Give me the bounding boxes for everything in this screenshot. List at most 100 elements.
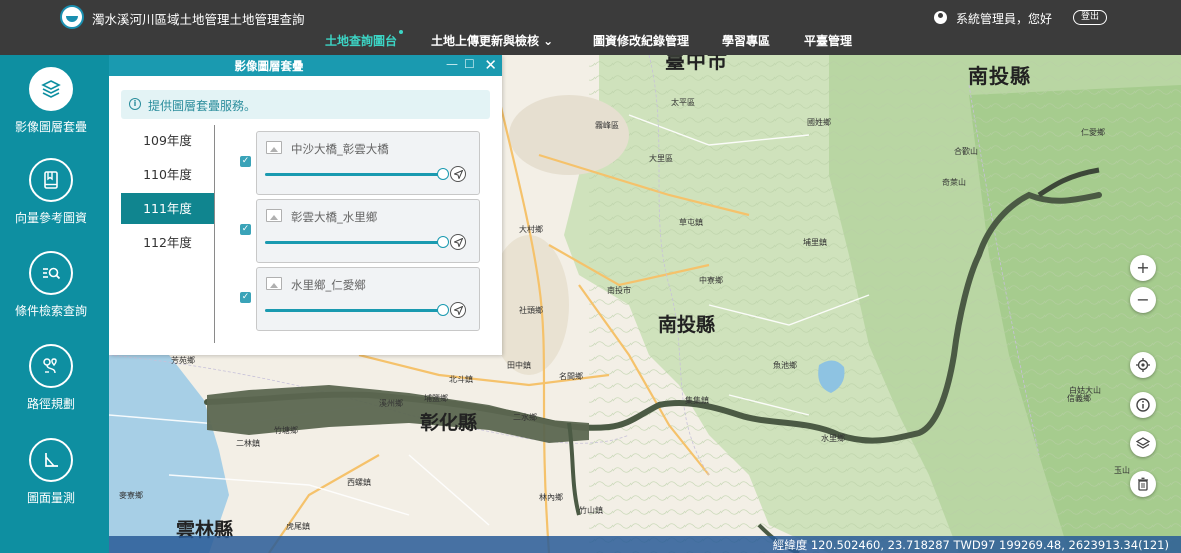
nav-land-upload[interactable]: 土地上傳更新與檢核 ⌄ <box>431 32 553 49</box>
map-label-town: 社頭鄉 <box>519 306 543 315</box>
slider-thumb[interactable] <box>437 304 449 316</box>
map-label-peak: 玉山 <box>1114 466 1130 475</box>
image-icon <box>266 277 282 290</box>
year-list: 109年度 110年度 111年度 112年度 <box>121 125 215 343</box>
map-label-town: 竹塘鄉 <box>274 426 298 435</box>
map-label-town: 太平區 <box>671 98 695 107</box>
map-label-town: 大里區 <box>649 154 673 163</box>
sidebar-item-label: 路徑規劃 <box>26 397 75 411</box>
slider-thumb[interactable] <box>437 236 449 248</box>
layer-card: 水里鄉_仁愛鄉 <box>256 267 480 331</box>
sidebar-item-condition-search[interactable]: 條件檢索查詢 <box>0 251 109 343</box>
year-item-111[interactable]: 111年度 <box>121 193 214 224</box>
side-circle <box>29 344 73 388</box>
layers-icon <box>41 80 61 98</box>
nav-learning[interactable]: 學習專區 <box>722 32 770 49</box>
slider-fill <box>265 309 443 312</box>
map-label-town: 埔鹽鄉 <box>424 394 448 403</box>
opacity-slider[interactable] <box>265 236 449 248</box>
map-label-town: 大村鄉 <box>519 225 543 234</box>
filter-search-icon <box>43 267 61 280</box>
user-greeting: 系統管理員，您好 <box>956 12 1053 26</box>
map-label-town: 名間鄉 <box>559 372 583 381</box>
navigation-arrow-icon <box>454 306 463 315</box>
slider-fill <box>265 241 443 244</box>
layer-checkbox[interactable]: ✓ <box>240 292 251 303</box>
map-label-town: 北斗鎮 <box>449 375 473 384</box>
map-label-town: 二水鄉 <box>513 413 537 422</box>
info-icon: i <box>129 98 141 110</box>
side-circle <box>29 67 73 111</box>
year-item-112[interactable]: 112年度 <box>121 227 214 258</box>
image-overlay-panel: 影像圖層套疊 — ☐ ✕ i 提供圖層套疊服務。 109年度 110年度 111… <box>109 55 502 355</box>
map-label-town: 林內鄉 <box>539 493 563 502</box>
layers-icon <box>1136 437 1150 449</box>
minimize-button[interactable]: — <box>446 57 458 71</box>
locate-me-button[interactable] <box>1130 352 1156 378</box>
info-button[interactable] <box>1130 392 1156 418</box>
map-label-nantou: 南投縣 <box>658 314 716 336</box>
year-item-109[interactable]: 109年度 <box>121 125 214 156</box>
map-label-town: 二林鎮 <box>236 439 260 448</box>
map-label-town: 水里鄉 <box>821 434 845 443</box>
sidebar-item-image-overlay[interactable]: 影像圖層套疊 <box>0 67 109 159</box>
sidebar-item-label: 條件檢索查詢 <box>14 304 87 318</box>
info-banner: i 提供圖層套疊服務。 <box>121 90 490 119</box>
zoom-to-layer-button[interactable] <box>450 166 466 182</box>
map-label-town: 竹山鎮 <box>579 506 603 515</box>
sidebar-item-measure[interactable]: 圖面量測 <box>0 438 109 530</box>
map-label-taichung: 臺中市 <box>665 55 728 73</box>
trash-icon <box>1138 477 1148 491</box>
top-header: 濁水溪河川區域土地管理土地管理查詢 系統管理員，您好 登出 土地查詢圖台 土地上… <box>0 0 1181 55</box>
map-label-town: 國姓鄉 <box>807 118 831 127</box>
layer-checkbox[interactable]: ✓ <box>240 156 251 167</box>
opacity-slider[interactable] <box>265 304 449 316</box>
zoom-to-layer-button[interactable] <box>450 234 466 250</box>
layer-switch-button[interactable] <box>1130 431 1156 457</box>
side-circle <box>29 251 73 295</box>
logout-button[interactable]: 登出 <box>1073 10 1107 25</box>
coordinate-readout: 經緯度 120.502460, 23.718287 TWD97 199269.4… <box>772 538 1169 552</box>
map-label-town: 芳苑鄉 <box>171 356 195 365</box>
opacity-slider[interactable] <box>265 168 449 180</box>
left-sidebar: 影像圖層套疊 向量參考圖資 條件檢索查詢 路徑規劃 圖面量測 <box>0 55 109 553</box>
close-button[interactable]: ✕ <box>484 56 497 74</box>
navigation-arrow-icon <box>454 170 463 179</box>
layer-checkbox[interactable]: ✓ <box>240 224 251 235</box>
map-label-town: 仁愛鄉 <box>1081 128 1105 137</box>
active-dot <box>399 30 404 34</box>
nav-land-query[interactable]: 土地查詢圖台 <box>325 30 404 49</box>
map-label-town: 草屯鎮 <box>679 218 703 227</box>
panel-header[interactable]: 影像圖層套疊 — ☐ ✕ <box>109 55 502 76</box>
map-label-town: 埔里鎮 <box>803 238 827 247</box>
site-logo-icon[interactable] <box>60 5 84 29</box>
map-label-town: 魚池鄉 <box>773 361 797 370</box>
sidebar-item-vector-reference[interactable]: 向量參考圖資 <box>0 158 109 250</box>
map-label-peak: 白姑大山 <box>1069 386 1101 395</box>
zoom-in-button[interactable]: + <box>1130 255 1156 281</box>
nav-label: 土地查詢圖台 <box>325 34 398 48</box>
side-circle <box>29 158 73 202</box>
zoom-out-button[interactable]: − <box>1130 287 1156 313</box>
site-title: 濁水溪河川區域土地管理土地管理查詢 <box>92 12 305 27</box>
sidebar-item-label: 影像圖層套疊 <box>14 120 87 134</box>
nav-edit-records[interactable]: 圖資修改紀錄管理 <box>593 32 689 49</box>
nav-platform-admin[interactable]: 平臺管理 <box>804 32 852 49</box>
map-label-town: 南投市 <box>607 286 631 295</box>
maximize-button[interactable]: ☐ <box>464 57 475 71</box>
urban-patch <box>509 95 629 175</box>
layer-card: 中沙大橋_彰雲大橋 <box>256 131 480 195</box>
clear-button[interactable] <box>1130 471 1156 497</box>
year-item-110[interactable]: 110年度 <box>121 159 214 190</box>
sidebar-item-route-planning[interactable]: 路徑規劃 <box>0 344 109 436</box>
slider-thumb[interactable] <box>437 168 449 180</box>
map-label-town: 中寮鄉 <box>699 276 723 285</box>
map-label-nantou-ne: 南投縣 <box>968 64 1031 88</box>
zoom-to-layer-button[interactable] <box>450 302 466 318</box>
map-label-town: 集集鎮 <box>685 396 709 405</box>
book-icon <box>44 171 58 189</box>
navigation-arrow-icon <box>454 238 463 247</box>
info-text: 提供圖層套疊服務。 <box>148 99 257 113</box>
crosshair-icon <box>1136 358 1150 372</box>
side-circle <box>29 438 73 482</box>
